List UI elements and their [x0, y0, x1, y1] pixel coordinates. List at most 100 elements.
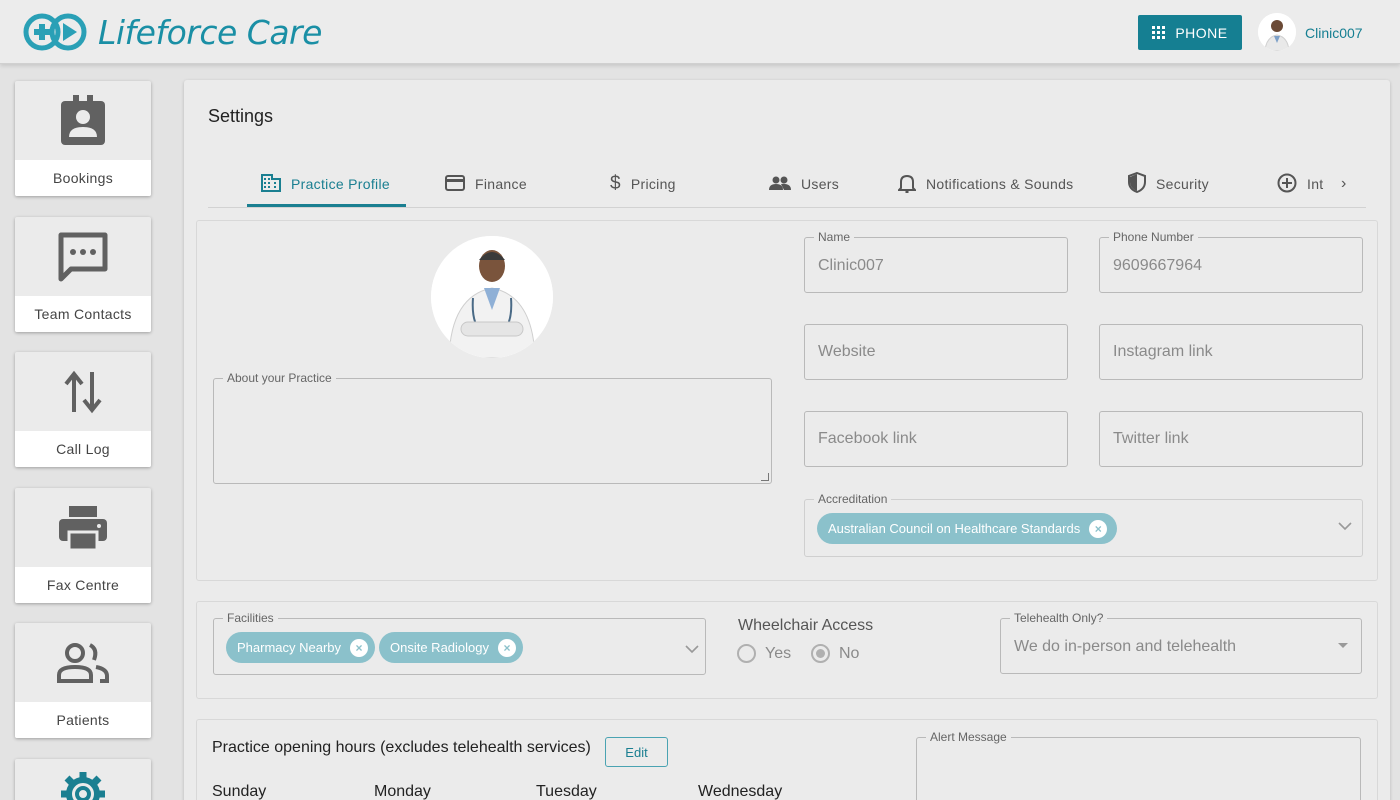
dropdown-arrow-icon[interactable]	[1338, 643, 1348, 648]
option-label: No	[839, 644, 860, 662]
accreditation-chip: Australian Council on Healthcare Standar…	[817, 513, 1117, 544]
tab-users[interactable]: Users	[769, 162, 839, 206]
sidebar-item-team-contacts[interactable]: Team Contacts	[15, 217, 151, 332]
phone-button[interactable]: PHONE	[1138, 15, 1242, 50]
user-name[interactable]: Clinic007	[1305, 25, 1363, 41]
plus-circle-icon	[1277, 173, 1297, 196]
tab-label: Pricing	[630, 176, 676, 192]
field-placeholder: Twitter link	[1113, 430, 1189, 447]
edit-hours-button[interactable]: Edit	[605, 737, 668, 767]
field-placeholder: Website	[818, 343, 876, 360]
telehealth-select[interactable]: Telehealth Only? We do in-person and tel…	[1000, 611, 1362, 674]
facebook-field[interactable]: Facebook link	[804, 411, 1068, 467]
opening-hours-title: Practice opening hours (excludes telehea…	[212, 739, 591, 756]
chip-label: Australian Council on Healthcare Standar…	[828, 521, 1081, 536]
wheelchair-no-option[interactable]: No	[811, 644, 859, 663]
resize-handle-icon[interactable]	[761, 473, 769, 481]
day-monday: Monday	[374, 783, 431, 800]
building-icon	[261, 173, 281, 195]
tab-integrations[interactable]: Int	[1277, 162, 1323, 206]
wheelchair-label: Wheelchair Access	[738, 617, 874, 634]
chevron-down-icon[interactable]	[1338, 518, 1352, 536]
twitter-field[interactable]: Twitter link	[1099, 411, 1363, 467]
field-value: Clinic007	[818, 257, 884, 274]
chip-remove-icon[interactable]: ×	[1089, 519, 1108, 538]
about-practice-textarea[interactable]: About your Practice	[213, 371, 772, 484]
sidebar-item-label: Call Log	[15, 431, 151, 467]
phone-button-label: PHONE	[1175, 24, 1228, 41]
tab-finance[interactable]: Finance	[445, 162, 527, 206]
sidebar-item-label: Team Contacts	[15, 296, 151, 332]
people-icon	[15, 623, 151, 702]
sidebar-item-label: Fax Centre	[15, 567, 151, 603]
contact-card-icon	[15, 81, 151, 160]
sidebar-item-label: Bookings	[15, 160, 151, 196]
tab-label: Notifications & Sounds	[926, 176, 1074, 192]
chat-bubble-icon	[15, 217, 151, 296]
tabs-scroll-right-icon[interactable]: ›	[1341, 162, 1347, 206]
tab-pricing[interactable]: $ Pricing	[610, 162, 676, 206]
instagram-field[interactable]: Instagram link	[1099, 324, 1363, 380]
users-icon	[769, 176, 791, 193]
sidebar-item-fax-centre[interactable]: Fax Centre	[15, 488, 151, 603]
field-placeholder: Instagram link	[1113, 343, 1213, 360]
option-label: Yes	[765, 644, 792, 662]
printer-icon	[15, 488, 151, 567]
facilities-select[interactable]: Facilities Pharmacy Nearby × Onsite Radi…	[213, 611, 706, 675]
facilities-section: Facilities Pharmacy Nearby × Onsite Radi…	[196, 601, 1378, 699]
sidebar-item-patients[interactable]: Patients	[15, 623, 151, 738]
app-header: Lifeforce Care PHONE Clinic007	[0, 0, 1400, 64]
tab-label: Finance	[475, 176, 527, 192]
chip-remove-icon[interactable]: ×	[350, 638, 369, 657]
field-label: Name	[814, 230, 855, 244]
sidebar-item-settings[interactable]	[15, 759, 151, 800]
chip-label: Onsite Radiology	[390, 640, 489, 655]
dollar-icon: $	[610, 173, 621, 194]
tab-notifications-sounds[interactable]: Notifications & Sounds	[896, 162, 1074, 206]
facility-chip: Pharmacy Nearby ×	[226, 632, 375, 663]
field-placeholder: Facebook link	[818, 430, 917, 447]
sidebar-item-call-log[interactable]: Call Log	[15, 352, 151, 467]
website-field[interactable]: Website	[804, 324, 1068, 380]
field-label: Accreditation	[814, 492, 892, 506]
field-label: About your Practice	[223, 371, 336, 385]
field-value: We do in-person and telehealth	[1014, 638, 1237, 655]
name-field[interactable]: Name Clinic007	[804, 230, 1068, 293]
logo-mark-icon	[22, 10, 92, 54]
settings-tabs: Practice Profile Finance $ Pricing Users…	[208, 162, 1366, 208]
user-avatar[interactable]	[1258, 13, 1296, 51]
tab-label: Users	[801, 176, 840, 192]
tab-label: Security	[1156, 176, 1209, 192]
day-sunday: Sunday	[212, 783, 267, 800]
wheelchair-yes-option[interactable]: Yes	[737, 644, 791, 663]
accreditation-select[interactable]: Accreditation Australian Council on Heal…	[804, 492, 1363, 557]
settings-panel: Settings Practice Profile Finance $ Pric…	[184, 80, 1390, 800]
radio-yes[interactable]	[737, 644, 756, 663]
radio-no[interactable]	[811, 644, 830, 663]
page-title: Settings	[208, 106, 274, 126]
day-tuesday: Tuesday	[536, 783, 597, 800]
tab-security[interactable]: Security	[1128, 162, 1209, 206]
chip-label: Pharmacy Nearby	[237, 640, 342, 655]
field-label: Telehealth Only?	[1010, 611, 1108, 625]
chevron-down-icon[interactable]	[685, 641, 699, 659]
gear-icon	[15, 759, 151, 800]
day-wednesday: Wednesday	[698, 783, 783, 800]
sidebar-item-bookings[interactable]: Bookings	[15, 81, 151, 196]
alert-message-field[interactable]: Alert Message	[916, 730, 1361, 800]
bell-icon	[896, 173, 918, 196]
tab-practice-profile[interactable]: Practice Profile	[261, 162, 390, 206]
sidebar-item-label: Patients	[15, 702, 151, 738]
brand-logo[interactable]: Lifeforce Care	[22, 10, 322, 54]
chip-remove-icon[interactable]: ×	[498, 638, 516, 657]
shield-icon	[1128, 171, 1146, 196]
field-label: Alert Message	[926, 730, 1011, 744]
practice-photo[interactable]	[431, 236, 553, 358]
field-value: 9609667964	[1113, 257, 1202, 274]
tab-label: Practice Profile	[291, 176, 390, 192]
active-tab-indicator	[247, 204, 406, 207]
facility-chip: Onsite Radiology ×	[379, 632, 523, 663]
field-label: Facilities	[223, 611, 278, 625]
profile-section: About your Practice Name Clinic007 Phone…	[196, 220, 1378, 581]
phone-number-field[interactable]: Phone Number 9609667964	[1099, 230, 1363, 293]
